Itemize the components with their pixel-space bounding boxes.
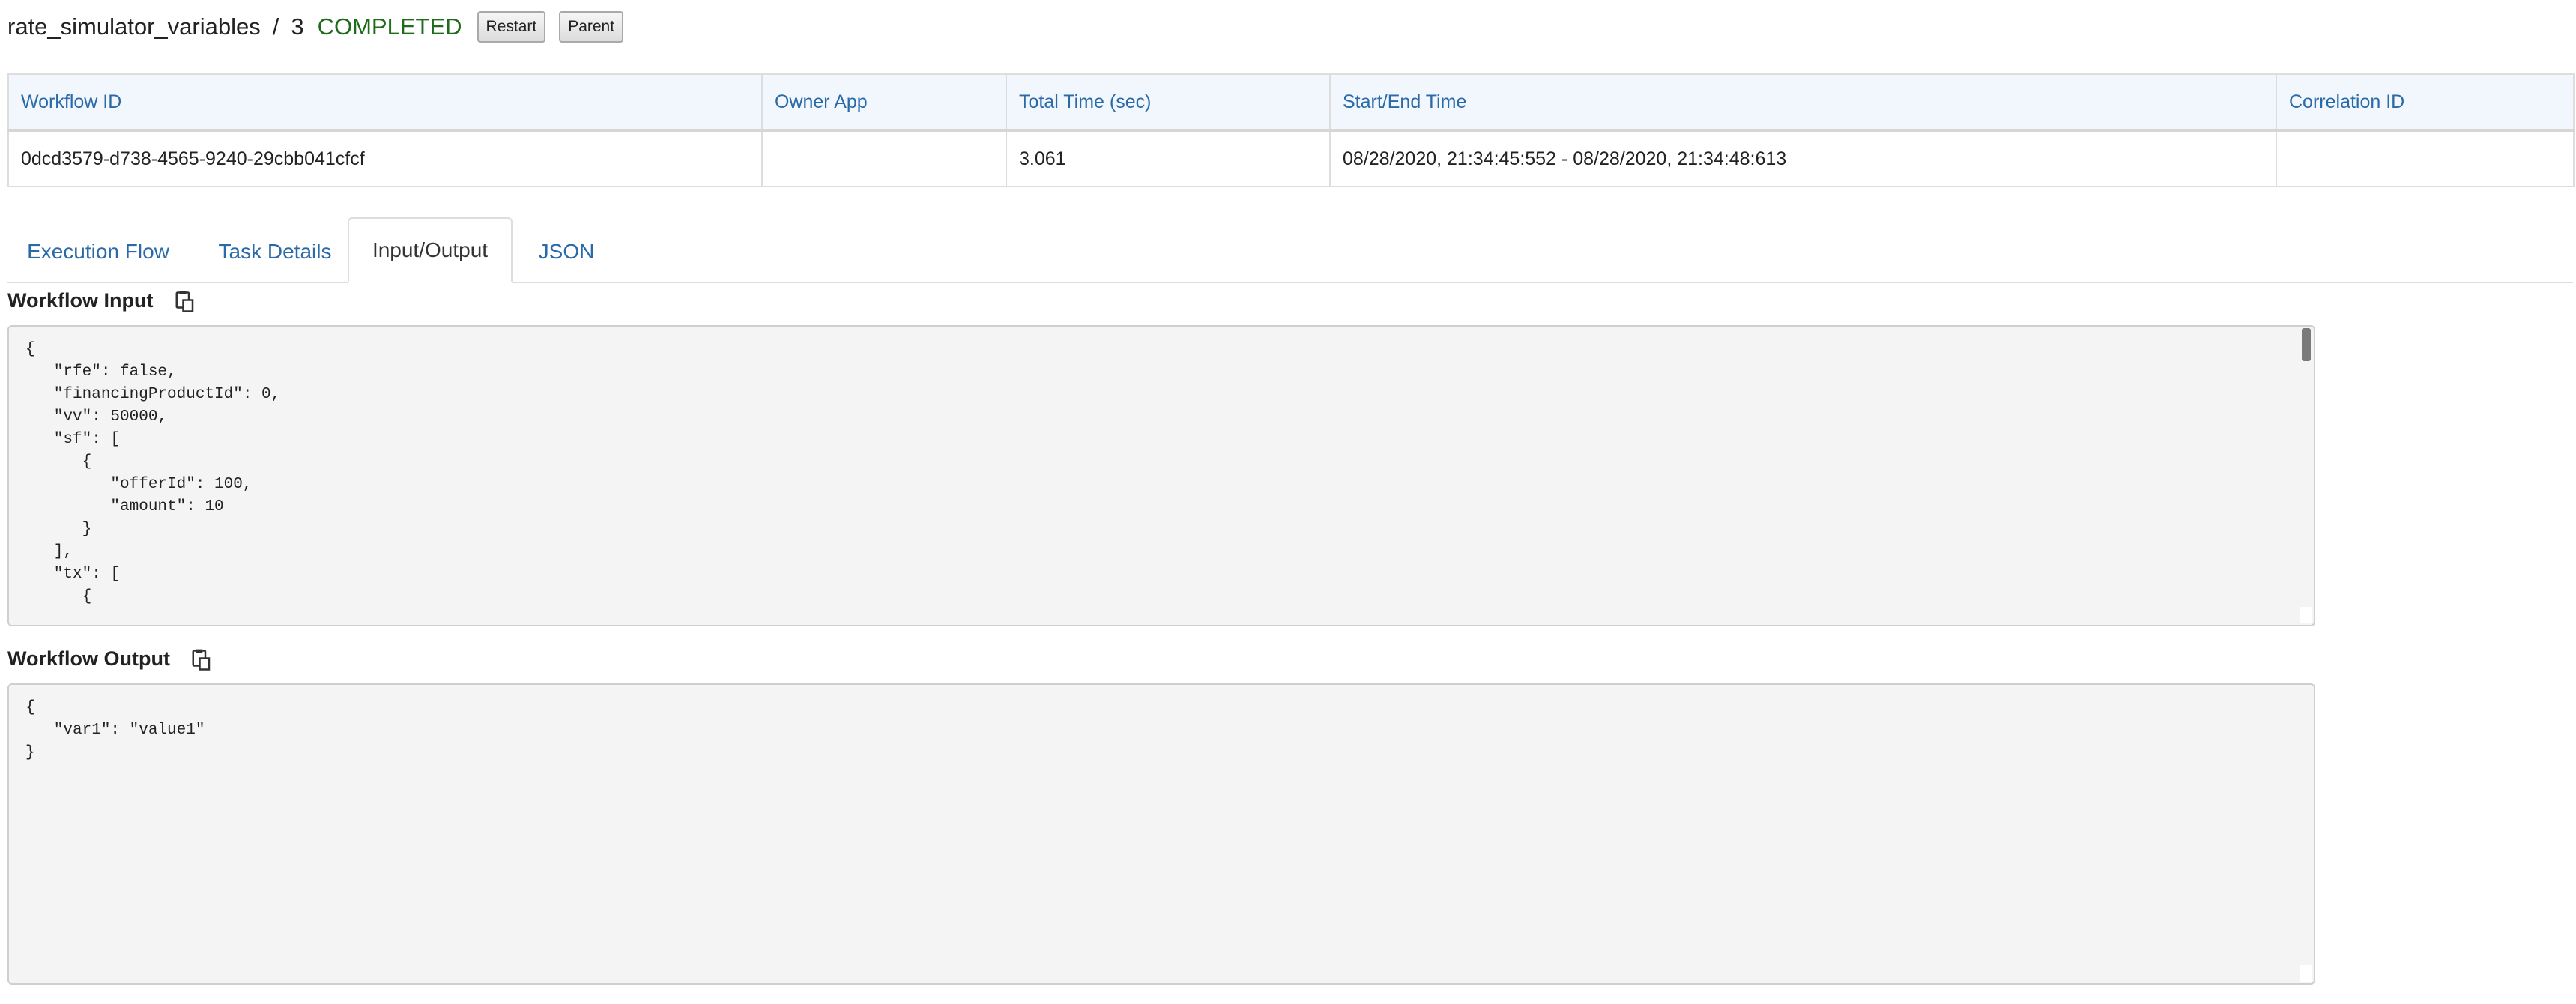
- cell-total-time: 3.061: [1006, 130, 1331, 187]
- workflow-version: 3: [291, 13, 304, 40]
- column-header-correlation-id[interactable]: Correlation ID: [2276, 73, 2575, 132]
- workflow-output-title: Workflow Output: [7, 647, 170, 670]
- parent-button[interactable]: Parent: [559, 11, 624, 43]
- column-header-start-end-time[interactable]: Start/End Time: [1329, 73, 2277, 132]
- title-separator: /: [272, 13, 279, 40]
- cell-owner-app: [761, 130, 1007, 187]
- workflow-input-scrollbar[interactable]: [2300, 327, 2312, 625]
- workflow-input-json: { "rfe": false, "financingProductId": 0,…: [25, 341, 281, 605]
- column-header-workflow-id[interactable]: Workflow ID: [7, 73, 763, 132]
- workflow-input-scroll-thumb[interactable]: [2302, 328, 2311, 361]
- workflow-summary-table: Workflow ID Owner App Total Time (sec) S…: [7, 73, 2575, 187]
- cell-correlation-id: [2276, 130, 2575, 187]
- details-tabs: Execution Flow Task Details Input/Output…: [7, 217, 2573, 283]
- workflow-output-code-box[interactable]: { "var1": "value1" }: [7, 683, 2315, 985]
- table-header-row: Workflow ID Owner App Total Time (sec) S…: [7, 73, 2575, 132]
- workflow-output-resize-handle[interactable]: [2300, 965, 2312, 982]
- column-header-owner-app[interactable]: Owner App: [761, 73, 1007, 132]
- cell-start-end-time: 08/28/2020, 21:34:45:552 - 08/28/2020, 2…: [1329, 130, 2277, 187]
- workflow-name: rate_simulator_variables: [7, 13, 261, 40]
- column-header-total-time[interactable]: Total Time (sec): [1006, 73, 1331, 132]
- workflow-input-title: Workflow Input: [7, 289, 154, 312]
- clipboard-copy-icon[interactable]: [174, 291, 196, 313]
- workflow-input-resize-handle[interactable]: [2300, 607, 2312, 623]
- restart-button[interactable]: Restart: [477, 11, 546, 43]
- workflow-details-page: rate_simulator_variables / 3 COMPLETED R…: [0, 0, 2576, 1004]
- workflow-output-json: { "var1": "value1" }: [25, 699, 205, 761]
- clipboard-copy-icon[interactable]: [190, 649, 213, 671]
- workflow-input-code-box[interactable]: { "rfe": false, "financingProductId": 0,…: [7, 325, 2315, 626]
- tab-input-output[interactable]: Input/Output: [348, 217, 513, 283]
- tab-execution-flow[interactable]: Execution Flow: [7, 220, 189, 283]
- tab-task-details[interactable]: Task Details: [198, 220, 352, 283]
- tab-json[interactable]: JSON: [517, 220, 616, 283]
- workflow-header: rate_simulator_variables / 3 COMPLETED R…: [7, 6, 637, 48]
- status-badge: COMPLETED: [317, 13, 462, 40]
- table-row: 0dcd3579-d738-4565-9240-29cbb041cfcf 3.0…: [7, 130, 2575, 187]
- cell-workflow-id: 0dcd3579-d738-4565-9240-29cbb041cfcf: [7, 130, 763, 187]
